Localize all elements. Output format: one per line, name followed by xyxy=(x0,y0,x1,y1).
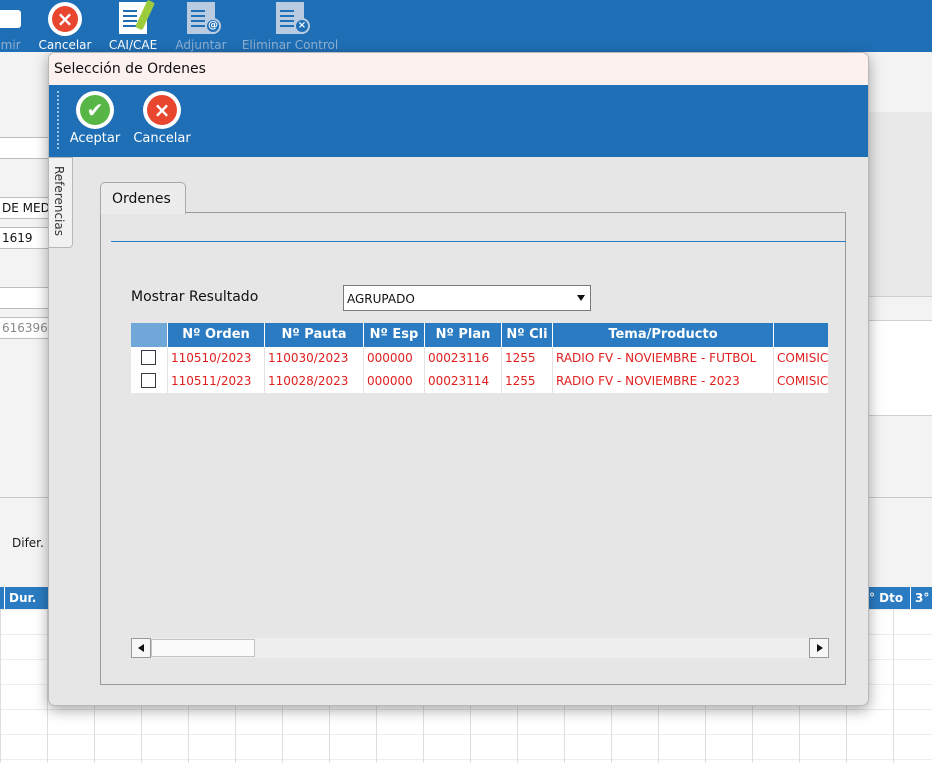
cell-pauta: 110028/2023 xyxy=(264,370,363,393)
scroll-right-icon xyxy=(817,644,823,652)
bg-field-number-value: 1619 xyxy=(2,231,33,245)
scrollbar-thumb[interactable] xyxy=(151,639,255,657)
scroll-right-button[interactable] xyxy=(809,638,829,658)
bg-field-medio[interactable]: DE MED xyxy=(0,197,50,219)
cell-pauta: 110030/2023 xyxy=(264,347,363,370)
col-tema-producto[interactable]: Tema/Producto xyxy=(552,323,773,347)
col-select[interactable] xyxy=(131,323,167,347)
references-side-tab[interactable]: Referencias xyxy=(49,157,73,248)
cell-extra: COMISIC xyxy=(773,370,828,393)
dropdown-arrow-icon[interactable] xyxy=(577,295,585,301)
print-label: imir xyxy=(0,38,21,52)
bg-field-phone-value: 6163967 xyxy=(2,321,49,335)
scroll-left-button[interactable] xyxy=(131,638,151,658)
checkbox-icon[interactable] xyxy=(141,350,156,365)
cai-cae-icon xyxy=(116,0,155,36)
col-pauta[interactable]: Nº Pauta xyxy=(264,323,363,347)
row-select-cell xyxy=(131,370,167,393)
bg-right-panel-top xyxy=(868,112,932,297)
attach-label: Adjuntar xyxy=(175,38,227,52)
cai-cae-label: CAI/CAE xyxy=(108,38,158,52)
delete-control-button: × Eliminar Control xyxy=(239,0,341,52)
orders-grid-header: Nº Orden Nº Pauta Nº Esp Nº Plan Nº Cli … xyxy=(131,323,828,347)
accept-button[interactable]: ✔ Aceptar xyxy=(68,91,122,151)
col-plan[interactable]: Nº Plan xyxy=(424,323,501,347)
cancel-button[interactable]: × Cancelar xyxy=(133,91,191,151)
bg-right-panel-mid xyxy=(868,320,932,416)
background-toolbar: imir × Cancelar CAI/CAE @ Adjuntar × Eli… xyxy=(0,0,932,52)
bg-cancel-label: Cancelar xyxy=(38,38,92,52)
toolbar-grip[interactable] xyxy=(57,91,59,149)
bg-cancel-button[interactable]: × Cancelar xyxy=(37,0,93,52)
row-select-cell xyxy=(131,347,167,370)
checkbox-icon[interactable] xyxy=(141,373,156,388)
col-cli[interactable]: Nº Cli xyxy=(501,323,552,347)
bg-field-phone[interactable]: 6163967 xyxy=(0,317,50,339)
mostrar-resultado-label: Mostrar Resultado xyxy=(131,289,259,305)
bg-field-medio-value: DE MED xyxy=(2,201,50,215)
table-row[interactable]: 110511/2023 110028/2023 000000 00023114 … xyxy=(131,370,828,393)
delete-control-icon: × xyxy=(273,2,310,36)
bg-field-4[interactable] xyxy=(0,287,50,309)
col-esp[interactable]: Nº Esp xyxy=(363,323,424,347)
mostrar-resultado-value: AGRUPADO xyxy=(347,292,415,306)
tab-ordenes-label: Ordenes xyxy=(112,191,171,207)
bg-field-number[interactable]: 1619 xyxy=(0,227,50,249)
cell-cli: 1255 xyxy=(501,370,552,393)
ordenes-tab-panel: Mostrar Resultado AGRUPADO Nº Orden Nº P… xyxy=(100,212,846,685)
cell-plan: 00023116 xyxy=(424,347,501,370)
references-side-tab-label: Referencias xyxy=(52,166,66,236)
table-row[interactable]: 110510/2023 110030/2023 000000 00023116 … xyxy=(131,347,828,370)
dialog-titlebar[interactable]: Selección de Ordenes xyxy=(49,53,868,85)
cell-tema: RADIO FV - NOVIEMBRE - FUTBOL xyxy=(552,347,773,370)
bg-col-dur[interactable]: Dur. xyxy=(4,587,48,609)
col-extra[interactable] xyxy=(773,323,828,347)
print-button[interactable]: imir xyxy=(0,0,26,52)
dialog-toolbar: ✔ Aceptar × Cancelar xyxy=(49,85,868,157)
horizontal-scrollbar[interactable] xyxy=(131,638,829,658)
attach-button: @ Adjuntar xyxy=(172,0,230,52)
cell-esp: 000000 xyxy=(363,370,424,393)
cell-cli: 1255 xyxy=(501,347,552,370)
panel-separator xyxy=(111,241,846,242)
bg-col-dto[interactable]: ° Dto xyxy=(864,587,908,609)
col-orden[interactable]: Nº Orden xyxy=(167,323,264,347)
attach-icon: @ xyxy=(184,2,221,36)
orders-grid: Nº Orden Nº Pauta Nº Esp Nº Plan Nº Cli … xyxy=(131,323,828,588)
cell-esp: 000000 xyxy=(363,347,424,370)
cell-orden: 110511/2023 xyxy=(167,370,264,393)
cancel-icon: × xyxy=(143,91,181,129)
cai-cae-button[interactable]: CAI/CAE xyxy=(104,0,162,52)
orders-selection-dialog: Selección de Ordenes ✔ Aceptar × Cancela… xyxy=(48,52,869,706)
bg-difer-label: Difer. xyxy=(12,536,44,550)
accept-icon: ✔ xyxy=(76,91,114,129)
cell-tema: RADIO FV - NOVIEMBRE - 2023 xyxy=(552,370,773,393)
cell-orden: 110510/2023 xyxy=(167,347,264,370)
cell-plan: 00023114 xyxy=(424,370,501,393)
print-icon xyxy=(0,10,21,28)
bg-col-3[interactable]: 3° xyxy=(910,587,932,609)
delete-control-label: Eliminar Control xyxy=(241,38,339,52)
accept-label: Aceptar xyxy=(69,131,121,146)
bg-field-1[interactable] xyxy=(0,137,50,159)
tab-ordenes[interactable]: Ordenes xyxy=(100,182,186,214)
scroll-left-icon xyxy=(138,644,144,652)
mostrar-resultado-select[interactable]: AGRUPADO xyxy=(343,285,591,311)
cancel-label: Cancelar xyxy=(133,131,191,146)
cancel-icon: × xyxy=(48,2,82,36)
cell-extra: COMISIC xyxy=(773,347,828,370)
dialog-title: Selección de Ordenes xyxy=(54,61,206,77)
